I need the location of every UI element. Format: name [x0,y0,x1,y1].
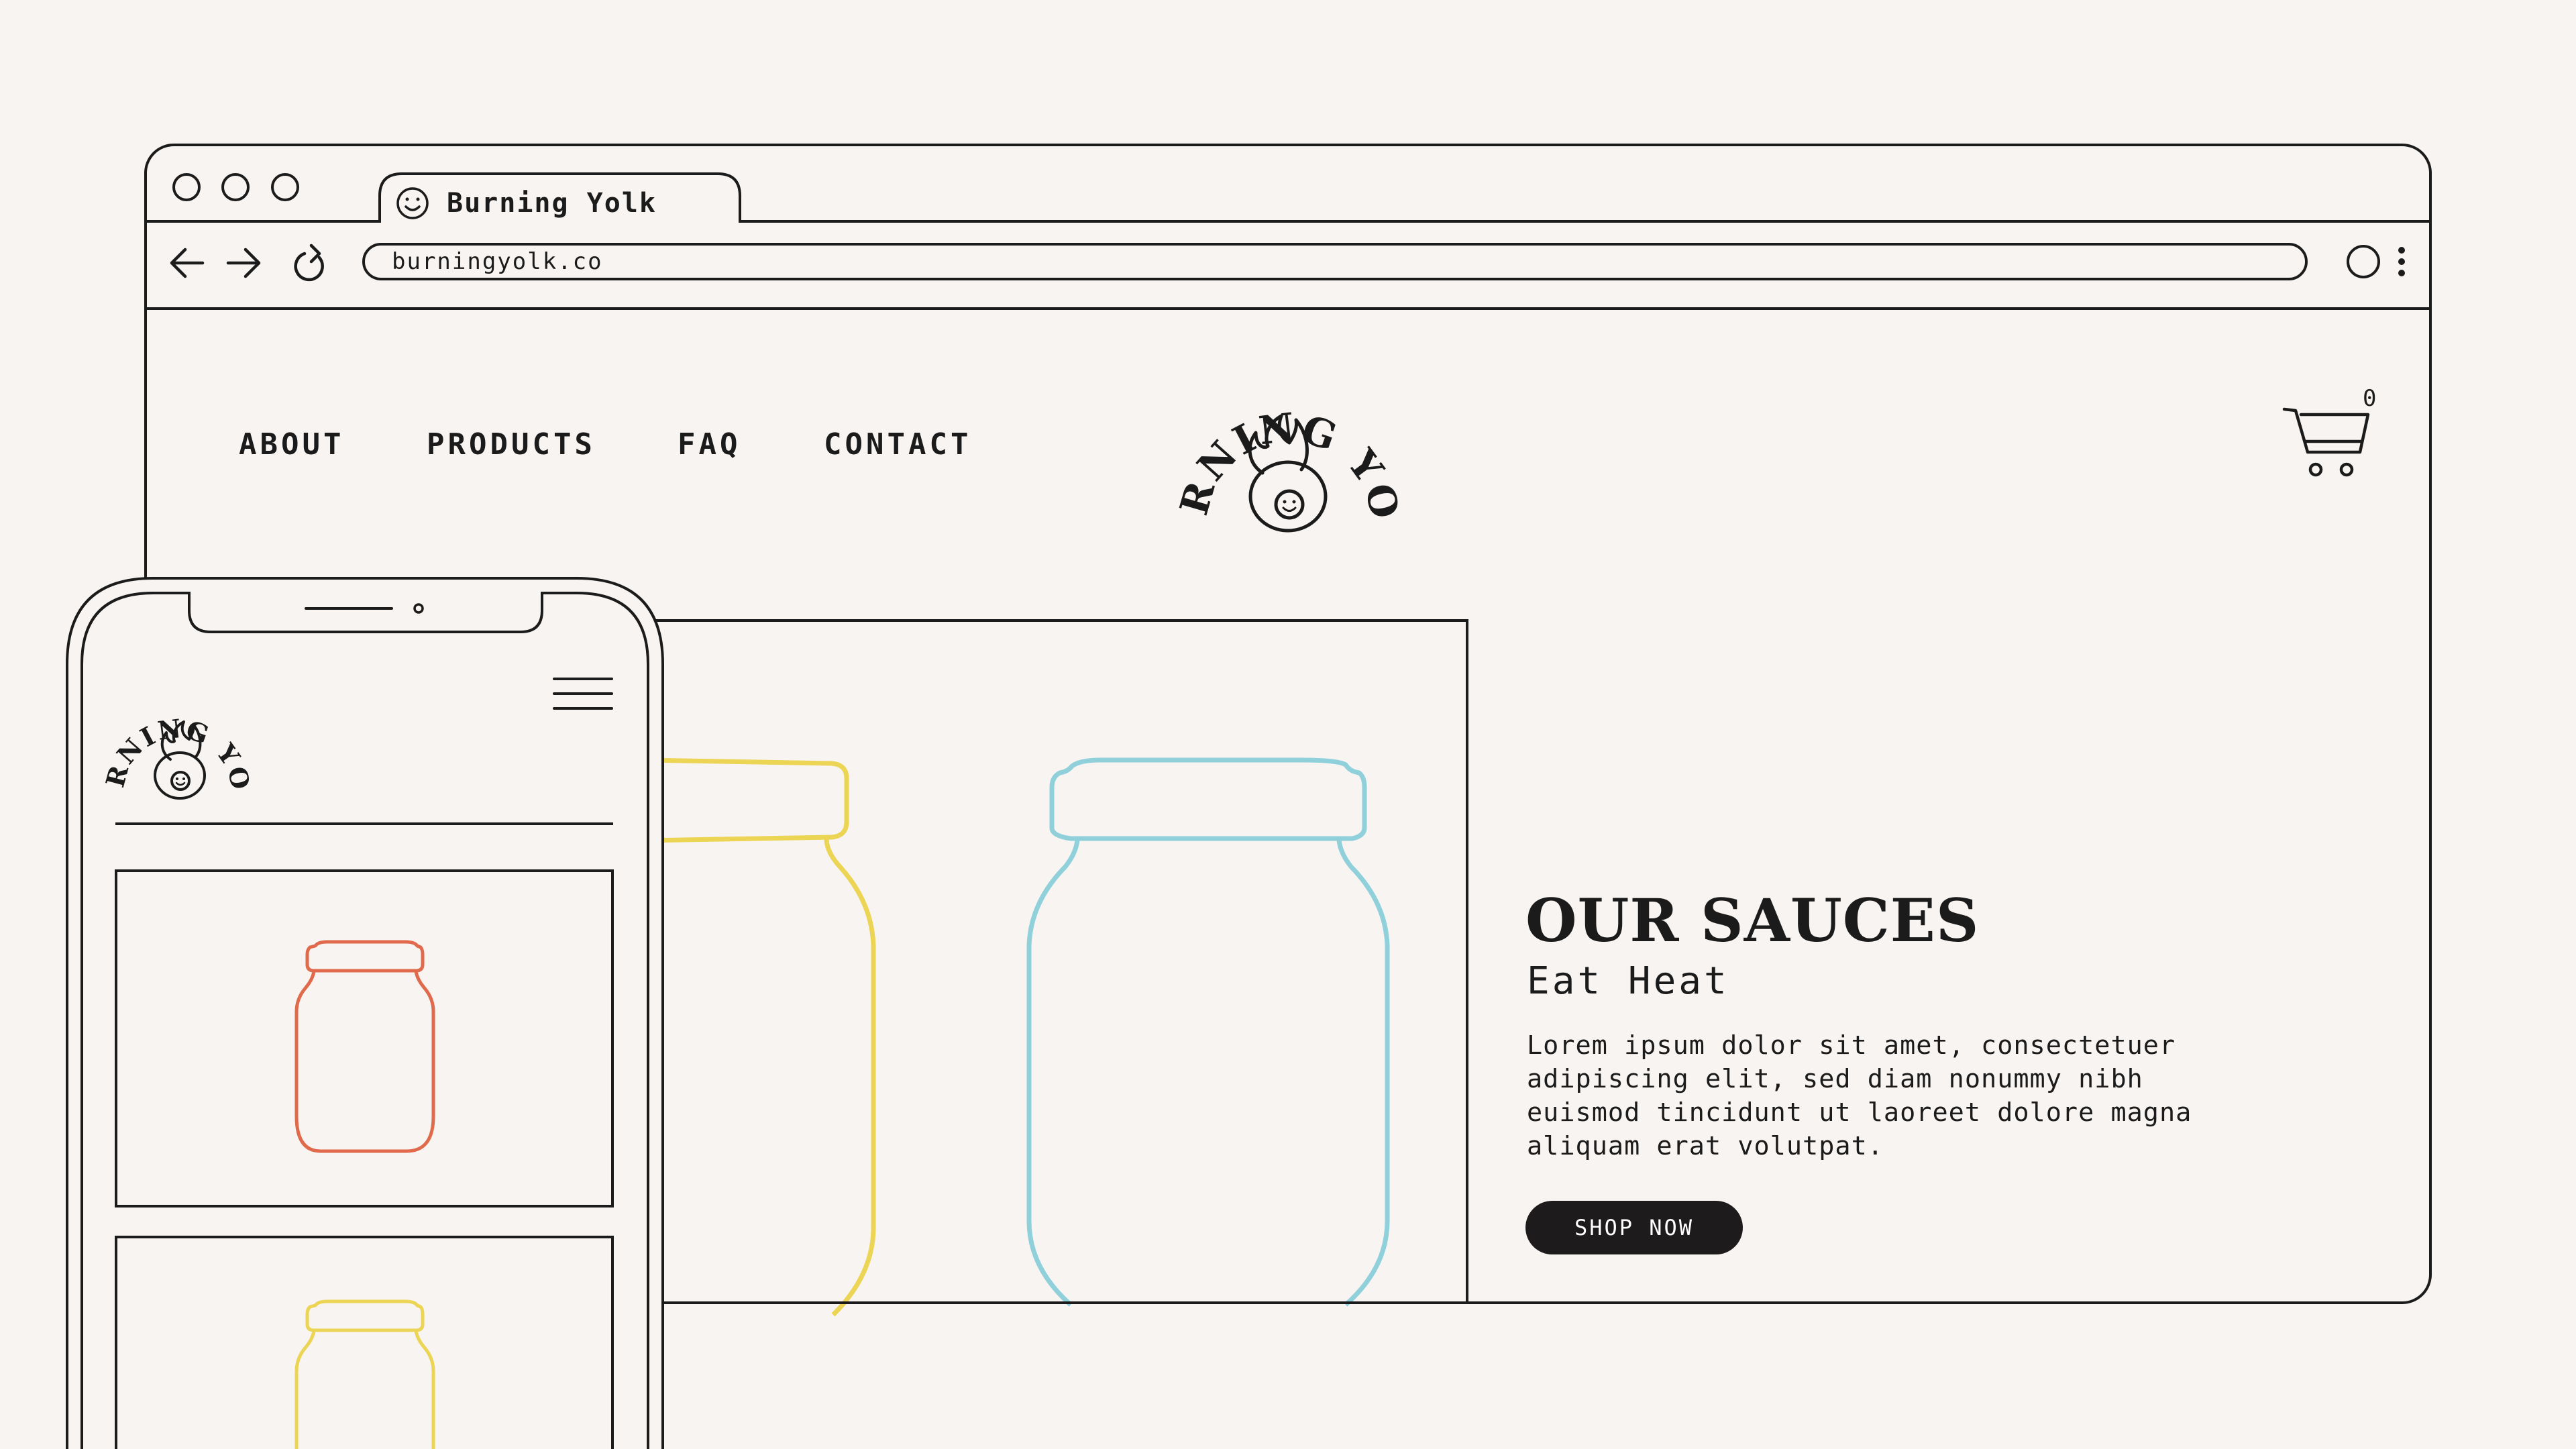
hero-title: OUR SAUCES [1525,885,1980,955]
url-text[interactable]: burningyolk.co [392,248,603,275]
hero-subtitle: Eat Heat [1527,959,1729,1003]
hero-image [576,619,1468,1317]
shop-now-button[interactable]: SHOP NOW [1525,1201,1743,1254]
hero-body-text: Lorem ipsum dolor sit amet, consectetuer… [1527,1030,2192,1161]
nav-link-products[interactable]: PRODUCTS [427,428,596,462]
kebab-menu-icon[interactable] [2398,247,2405,276]
nav-link-faq[interactable]: FAQ [678,428,741,462]
illustration-canvas: BURNING YOLK [0,0,2432,1449]
nav-link-about[interactable]: ABOUT [239,428,344,462]
cart-count-badge: 0 [2363,385,2377,412]
browser-tab-title[interactable]: Burning Yolk [447,188,657,219]
nav-link-contact[interactable]: CONTACT [824,428,971,462]
